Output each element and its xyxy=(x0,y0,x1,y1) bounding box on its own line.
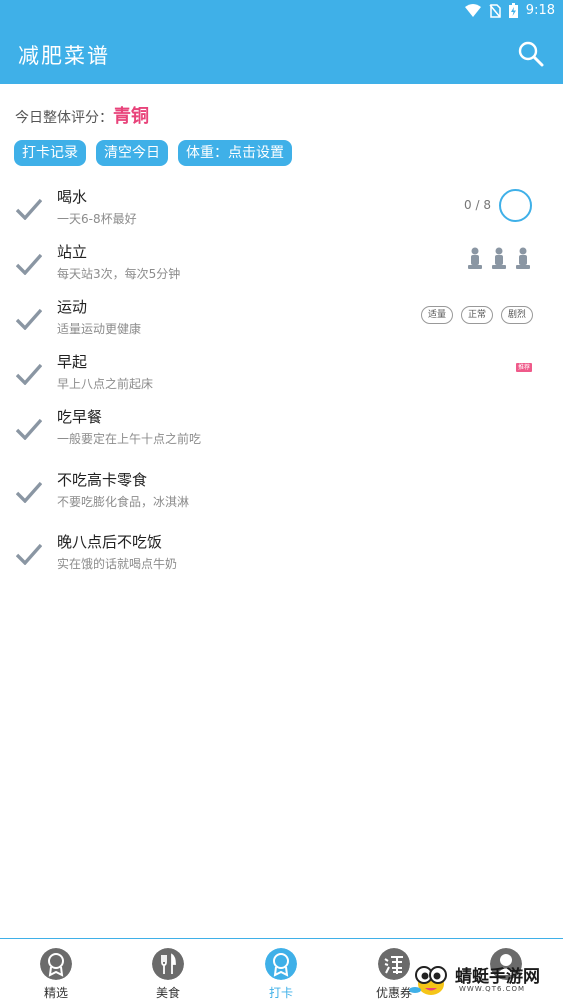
task-breakfast[interactable]: 吃早餐 一般要定在上午十点之前吃 xyxy=(0,406,563,456)
tab-label: 美食 xyxy=(155,986,180,1000)
level-normal-button[interactable]: 正常 xyxy=(460,306,493,324)
task-title: 吃早餐 xyxy=(57,408,103,426)
task-subtitle: 不要吃膨化食品，冰淇淋 xyxy=(57,495,190,509)
score-label: 今日整体评分： xyxy=(15,110,113,126)
clear-today-button[interactable]: 清空今日 xyxy=(96,140,168,166)
task-drink-water[interactable]: 喝水 一天6-8杯最好 0 / 8 xyxy=(0,186,563,236)
set-weight-button[interactable]: 体重：点击设置 xyxy=(178,140,292,166)
no-sim-icon xyxy=(489,3,501,18)
search-button[interactable] xyxy=(517,40,545,68)
task-subtitle: 实在饿的话就喝点牛奶 xyxy=(57,557,178,571)
task-subtitle: 一天6-8杯最好 xyxy=(57,212,137,226)
task-subtitle: 一般要定在上午十点之前吃 xyxy=(57,432,202,446)
dragonfly-logo-icon xyxy=(409,966,447,995)
award-icon xyxy=(40,948,72,980)
battery-icon xyxy=(508,3,518,18)
task-title: 运动 xyxy=(57,298,88,316)
wifi-icon xyxy=(464,3,481,17)
task-subtitle: 早上八点之前起床 xyxy=(57,377,154,391)
status-icons: 9:18 xyxy=(464,3,555,18)
check-icon[interactable] xyxy=(16,543,42,565)
status-time: 9:18 xyxy=(525,3,555,18)
check-icon[interactable] xyxy=(16,253,42,275)
score-grade: 青铜 xyxy=(113,106,149,127)
action-chips: 打卡记录 清空今日 体重：点击设置 xyxy=(14,140,292,166)
task-stand[interactable]: 站立 每天站3次，每次5分钟 xyxy=(0,241,563,291)
task-exercise[interactable]: 运动 适量运动更健康 适量 正常 剧烈 xyxy=(0,296,563,346)
task-subtitle: 适量运动更健康 xyxy=(57,322,142,336)
tab-label: 精选 xyxy=(43,986,68,1000)
task-no-snacks[interactable]: 不吃高卡零食 不要吃膨化食品，冰淇淋 xyxy=(0,469,563,519)
app-bar: 减肥菜谱 xyxy=(0,24,563,84)
task-title: 早起 xyxy=(57,353,88,371)
task-title: 不吃高卡零食 xyxy=(57,471,148,489)
water-count: 0 / 8 xyxy=(464,198,491,212)
person-icon[interactable] xyxy=(516,247,530,271)
tab-checkin[interactable]: 打卡 xyxy=(225,939,337,1001)
search-icon xyxy=(518,41,544,67)
task-early-rise[interactable]: 早起 早上八点之前起床 推荐 xyxy=(0,351,563,401)
task-title: 喝水 xyxy=(57,188,88,206)
stand-counter xyxy=(468,247,530,271)
watermark-text: 蜻蜓手游网 xyxy=(455,967,540,987)
app-title: 减肥菜谱 xyxy=(18,44,110,68)
check-icon[interactable] xyxy=(16,198,42,220)
person-icon[interactable] xyxy=(492,247,506,271)
award-icon xyxy=(265,948,297,980)
checkin-record-button[interactable]: 打卡记录 xyxy=(14,140,86,166)
tab-label: 打卡 xyxy=(268,986,293,1000)
fork-knife-icon xyxy=(152,948,184,980)
watermark-url: WWW.QT6.COM xyxy=(459,985,526,993)
check-icon[interactable] xyxy=(16,308,42,330)
task-no-late-dinner[interactable]: 晚八点后不吃饭 实在饿的话就喝点牛奶 xyxy=(0,531,563,581)
task-title: 晚八点后不吃饭 xyxy=(57,533,163,551)
check-icon[interactable] xyxy=(16,363,42,385)
add-water-button[interactable] xyxy=(499,189,532,222)
taobao-icon xyxy=(378,948,410,980)
person-icon[interactable] xyxy=(468,247,482,271)
tab-featured[interactable]: 精选 xyxy=(0,939,112,1001)
daily-score: 今日整体评分：青铜 xyxy=(15,102,149,128)
check-icon[interactable] xyxy=(16,481,42,503)
watermark: 蜻蜓手游网 WWW.QT6.COM xyxy=(407,960,557,1000)
exercise-level-group: 适量 正常 剧烈 xyxy=(420,306,533,324)
level-moderate-button[interactable]: 适量 xyxy=(420,306,453,324)
recommend-badge[interactable]: 推荐 xyxy=(515,363,532,372)
tab-food[interactable]: 美食 xyxy=(112,939,224,1001)
check-icon[interactable] xyxy=(16,418,42,440)
level-intense-button[interactable]: 剧烈 xyxy=(500,306,533,324)
task-title: 站立 xyxy=(57,243,88,261)
status-bar: 9:18 xyxy=(0,0,563,24)
task-subtitle: 每天站3次，每次5分钟 xyxy=(57,267,181,281)
